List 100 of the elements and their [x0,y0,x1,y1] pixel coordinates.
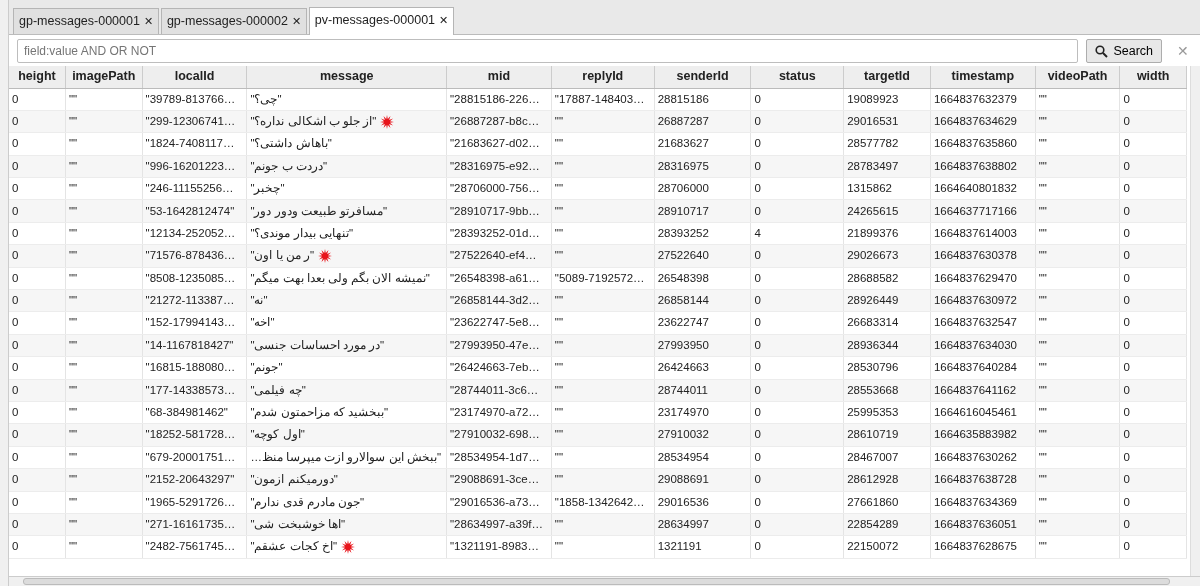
table-cell: 21683627 [654,132,751,156]
table-cell: "" [1035,311,1120,335]
column-header[interactable]: senderId [654,66,751,88]
column-header[interactable]: videoPath [1035,66,1120,88]
table-cell: 27661860 [843,491,931,514]
table-cell: 0 [9,491,66,514]
column-header[interactable]: message [246,66,447,88]
table-cell: 19089923 [843,88,931,111]
search-button[interactable]: Search [1086,39,1162,63]
table-cell-text: "جون مادرم قدی ندارم" [250,494,365,511]
tab[interactable]: pv-messages-000001 ✕ [308,7,455,35]
column-header[interactable]: localId [142,66,247,88]
table-cell: 25995353 [843,401,931,424]
table-cell: 28706000 [654,177,751,200]
table-cell: 0 [9,177,66,200]
table-cell: 1664837635860 [930,132,1036,156]
table-cell: 23622747 [654,311,751,335]
table-cell: 22150072 [843,535,931,559]
table-cell: "1321191-8983… [446,535,552,559]
table-cell: "" [1035,356,1120,380]
table-cell: 0 [9,155,66,178]
table-cell: 0 [9,267,66,290]
table-cell: 1315862 [843,177,931,200]
column-header[interactable]: width [1119,66,1187,88]
table-cell: 28530796 [843,356,931,380]
column-header[interactable]: height [9,66,66,88]
horizontal-scrollbar[interactable] [9,576,1200,586]
table-cell: "" [65,446,143,469]
close-icon[interactable]: ✕ [143,13,153,30]
table-cell: 0 [9,244,66,268]
table-cell: 28688582 [843,267,931,290]
table-cell: 0 [9,446,66,469]
table-cell: "" [1035,132,1120,156]
table-cell: "39789-813766… [142,88,247,111]
table-cell: "21683627-d02… [446,132,552,156]
table-cell: "2482-7561745… [142,535,247,559]
table-cell: 0 [750,88,844,111]
table-cell: 1664837632379 [930,88,1036,111]
table-cell: "" [1035,88,1120,111]
table-cell: "28706000-756… [446,177,552,200]
table-cell: 26548398 [654,267,751,290]
table-cell: "" [65,356,143,380]
table-cell: 0 [9,110,66,133]
table-cell: 0 [9,401,66,424]
table-cell: "679-20001751… [142,446,247,469]
table-cell: 0 [1119,491,1187,514]
table-cell: "1858-1342642… [551,491,655,514]
table-cell-text: "در مورد احساسات جنسی" [250,337,385,354]
column-header[interactable]: mid [446,66,552,88]
table-cell: 0 [750,491,844,514]
column-header[interactable]: timestamp [930,66,1036,88]
table-cell: 0 [750,446,844,469]
table-cell: 1664837632547 [930,311,1036,335]
table-cell: 0 [750,311,844,335]
table-cell-text: "دردت ب جونم" [250,158,327,175]
table-cell: "23174970-a72… [446,401,552,424]
tab[interactable]: gp-messages-000001 ✕ [13,8,159,34]
column-header[interactable]: imagePath [65,66,143,88]
table-cell-text: "اها خوشبخت شی" [250,517,345,533]
table-cell: "28815186-226… [446,88,552,111]
table-cell: 4 [750,222,844,245]
table-cell: "8508-1235085… [142,267,247,290]
table-cell: "1965-5291726… [142,491,247,514]
search-field[interactable]: field:value AND OR NOT [17,39,1079,63]
table-cell: "28534954-1d7… [446,446,552,469]
table-cell: 0 [9,535,66,559]
table-cell: "" [1035,446,1120,469]
table-cell-text: "نمیشه الان بگم ولی بعدا بهت میگم" [250,270,430,287]
table-cell: 1664616045461 [930,401,1036,424]
table-cell: 0 [750,401,844,424]
table-cell: "26548398-a61… [446,267,552,290]
table-cell: "68-384981462" [142,401,247,424]
table-cell: "" [551,177,655,200]
table-cell-text: "تنهایی بیدار موندی؟" [250,225,353,242]
table-cell: "5089-7192572… [551,267,655,290]
tab[interactable]: gp-messages-000002 ✕ [160,8,307,34]
table-cell: 0 [9,199,66,223]
table-cell-text: "مسافرتو طبیعت ودور دور" [250,203,388,220]
table-cell-text: "اخه" [250,315,275,331]
table-cell: "" [65,535,143,559]
table-cell: "" [1035,491,1120,514]
table-cell: "" [65,177,143,200]
table-cell: 0 [9,379,66,402]
table-cell: 0 [9,513,66,536]
search-icon [1095,44,1109,58]
table-cell: 1664837634369 [930,491,1036,514]
table-cell: 0 [1119,177,1187,200]
table-cell: 0 [1119,222,1187,245]
table-cell-text: "دورمیکنم ازمون" [250,472,338,488]
table-cell-text: "نه" [250,293,268,309]
column-header[interactable]: replyId [551,66,655,88]
table-cell: "" [65,491,143,514]
close-icon[interactable]: ✕ [439,12,449,29]
column-header[interactable]: status [750,66,844,88]
table-cell-text: "چی؟" [250,91,282,108]
table-cell: "16815-188080… [142,356,247,380]
vertical-scrollbar[interactable] [1190,66,1200,576]
table-cell: "" [65,401,143,424]
column-header[interactable]: targetId [843,66,931,88]
close-icon[interactable]: ✕ [291,13,301,30]
